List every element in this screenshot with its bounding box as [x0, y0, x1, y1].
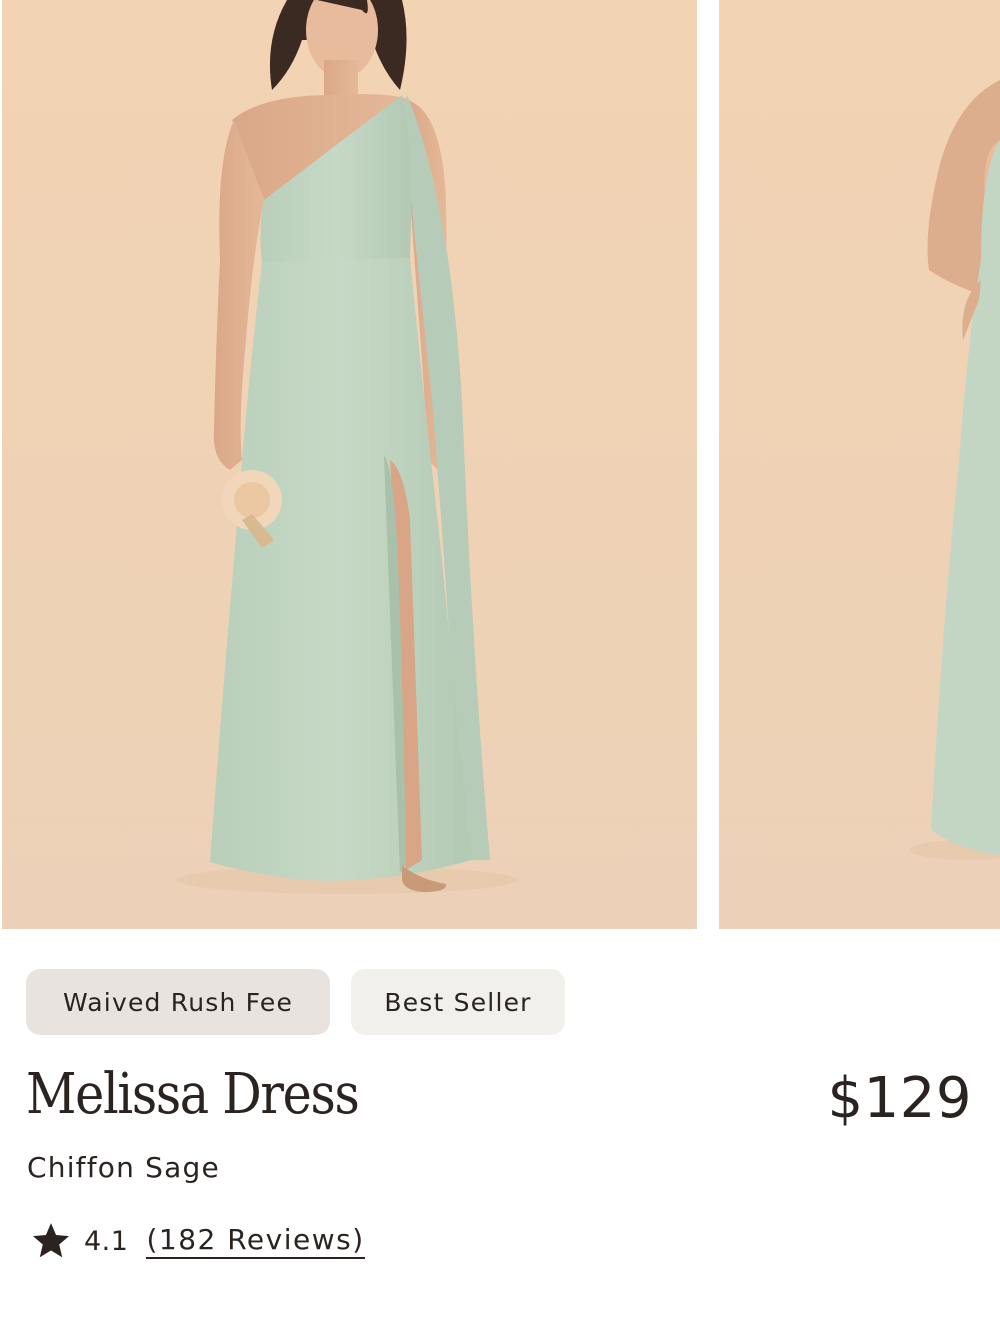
model-photo-side-illustration [909, 80, 1000, 860]
product-variant: Chiffon Sage [27, 1151, 220, 1184]
model-photo-illustration [177, 0, 517, 894]
product-title[interactable]: Melissa Dress [26, 1062, 360, 1127]
best-seller-badge: Best Seller [351, 969, 565, 1035]
waived-rush-fee-badge: Waived Rush Fee [26, 969, 330, 1035]
product-price: $129 [827, 1066, 972, 1131]
product-badges: Waived Rush Fee Best Seller [26, 969, 565, 1035]
product-rating: 4.1 (182 Reviews) [30, 1219, 365, 1263]
rating-value: 4.1 [84, 1225, 129, 1257]
product-image-next[interactable] [719, 0, 1000, 929]
product-image-main[interactable] [2, 0, 697, 929]
product-image-carousel[interactable] [0, 0, 1000, 929]
reviews-link[interactable]: (182 Reviews) [146, 1223, 365, 1259]
star-icon [30, 1220, 72, 1262]
